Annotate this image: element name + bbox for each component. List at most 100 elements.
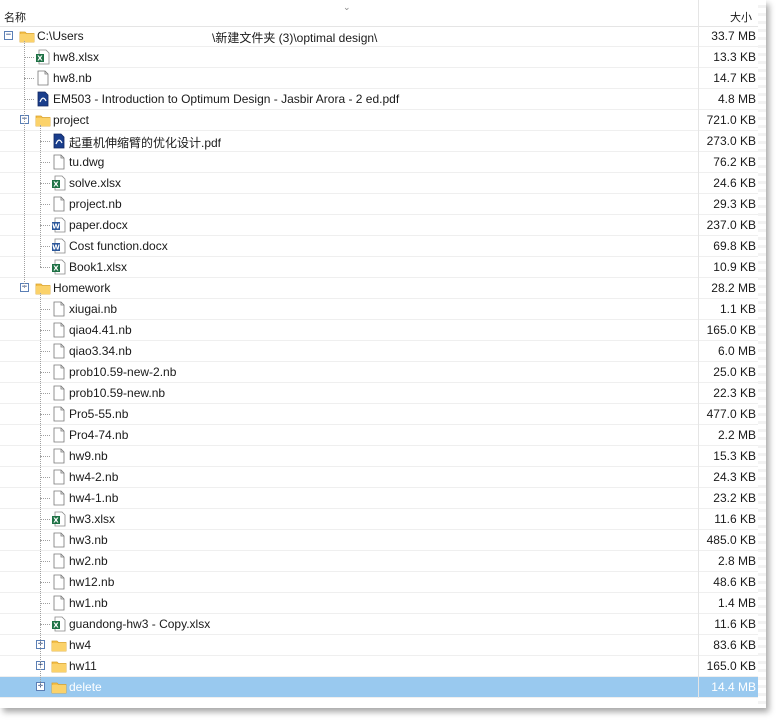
tree-connector <box>40 246 50 247</box>
tree-file-row[interactable]: xiugai.nb 1.1 KB <box>0 299 758 320</box>
collapse-icon[interactable]: − <box>4 31 13 40</box>
tree-file-row[interactable]: Xguandong-hw3 - Copy.xlsx 11.6 KB <box>0 614 758 635</box>
tree-file-row[interactable]: Wpaper.docx 237.0 KB <box>0 215 758 236</box>
file-icon <box>51 343 67 359</box>
item-size: 477.0 KB <box>698 404 758 425</box>
word-file-icon: W <box>51 217 67 233</box>
item-name: guandong-hw3 - Copy.xlsx <box>69 617 211 631</box>
file-icon <box>51 154 67 170</box>
sort-chevron-icon: ⌄ <box>343 2 351 12</box>
tree-connector <box>40 582 50 583</box>
tree-file-row[interactable]: qiao3.34.nb 6.0 MB <box>0 341 758 362</box>
path-tail: \新建文件夹 (3)\optimal design\ <box>212 31 378 45</box>
tree-folder-row[interactable]: − Homework 28.2 MB <box>0 278 758 299</box>
item-name: hw3.nb <box>69 533 108 547</box>
file-icon <box>51 553 67 569</box>
item-name: hw4-2.nb <box>69 470 119 484</box>
excel-file-icon: X <box>51 511 67 527</box>
tree-folder-row[interactable]: − project 721.0 KB <box>0 110 758 131</box>
excel-file-icon: X <box>35 49 51 65</box>
tree-file-row[interactable]: hw2.nb 2.8 MB <box>0 551 758 572</box>
item-size: 24.6 KB <box>698 173 758 194</box>
tree-file-row[interactable]: hw3.nb 485.0 KB <box>0 530 758 551</box>
item-size: 165.0 KB <box>698 656 758 677</box>
item-size: 48.6 KB <box>698 572 758 593</box>
name-column-header[interactable]: 名称 <box>4 9 26 25</box>
tree-file-row[interactable]: hw4-2.nb 24.3 KB <box>0 467 758 488</box>
torn-edge <box>758 0 766 708</box>
tree-file-row[interactable]: project.nb 29.3 KB <box>0 194 758 215</box>
tree-file-row[interactable]: Pro4-74.nb 2.2 MB <box>0 425 758 446</box>
pdf-file-icon <box>35 91 51 107</box>
file-icon <box>51 532 67 548</box>
file-icon <box>51 301 67 317</box>
tree-file-row[interactable]: hw4-1.nb 23.2 KB <box>0 488 758 509</box>
column-header: 名称 ⌄ 大小 <box>0 0 766 27</box>
folder-icon <box>51 679 67 695</box>
pdf-file-icon <box>51 133 67 149</box>
item-name: prob10.59-new.nb <box>69 386 166 400</box>
item-size: 2.2 MB <box>698 425 758 446</box>
tree-connector <box>40 372 50 373</box>
size-column-header[interactable]: 大小 <box>698 0 758 26</box>
tree-connector <box>40 351 50 352</box>
item-size: 1.4 MB <box>698 593 758 614</box>
item-name: qiao4.41.nb <box>69 323 132 337</box>
svg-text:X: X <box>53 181 59 189</box>
tree-file-row[interactable]: Xhw3.xlsx 11.6 KB <box>0 509 758 530</box>
tree-connector <box>40 456 50 457</box>
item-size: 24.3 KB <box>698 467 758 488</box>
tree-connector <box>40 204 50 205</box>
tree-folder-row[interactable]: + hw4 83.6 KB <box>0 635 758 656</box>
tree-file-row[interactable]: X Book1.xlsx 10.9 KB <box>0 257 758 278</box>
tree-file-row[interactable]: Pro5-55.nb 477.0 KB <box>0 404 758 425</box>
tree-file-row[interactable]: EM503 - Introduction to Optimum Design -… <box>0 89 758 110</box>
item-size: 485.0 KB <box>698 530 758 551</box>
tree-connector <box>40 330 50 331</box>
tree-connector <box>24 57 34 58</box>
folder-icon <box>19 28 35 44</box>
item-size: 28.2 MB <box>698 278 758 299</box>
item-name: qiao3.34.nb <box>69 344 132 358</box>
item-name: hw9.nb <box>69 449 108 463</box>
tree-file-row[interactable]: prob10.59-new-2.nb 25.0 KB <box>0 362 758 383</box>
item-name: hw8.nb <box>53 71 92 85</box>
item-size: 14.7 KB <box>698 68 758 89</box>
tree-file-row[interactable]: qiao4.41.nb 165.0 KB <box>0 320 758 341</box>
file-icon <box>51 595 67 611</box>
file-icon <box>35 70 51 86</box>
tree-file-row[interactable]: hw9.nb 15.3 KB <box>0 446 758 467</box>
item-name: hw3.xlsx <box>69 512 116 526</box>
item-size: 25.0 KB <box>698 362 758 383</box>
item-name: solve.xlsx <box>69 176 122 190</box>
item-name: hw4-1.nb <box>69 491 119 505</box>
tree-file-row[interactable]: Xhw8.xlsx 13.3 KB <box>0 47 758 68</box>
item-size: 4.8 MB <box>698 89 758 110</box>
tree-file-row[interactable]: hw8.nb 14.7 KB <box>0 68 758 89</box>
item-name: Pro4-74.nb <box>69 428 129 442</box>
tree-folder-row[interactable]: − C:\Users \新建文件夹 (3)\optimal design\ 33.7… <box>0 26 758 47</box>
tree-connector <box>40 183 50 184</box>
item-size: 83.6 KB <box>698 635 758 656</box>
item-size: 11.6 KB <box>698 509 758 530</box>
tree-file-row[interactable]: tu.dwg 76.2 KB <box>0 152 758 173</box>
tree-file-row[interactable]: W Cost function.docx 69.8 KB <box>0 236 758 257</box>
item-name: hw11 <box>69 659 97 673</box>
tree-file-row[interactable]: 起重机伸缩臂的优化设计.pdf 273.0 KB <box>0 131 758 152</box>
item-name: hw12.nb <box>69 575 115 589</box>
tree-connector <box>40 309 50 310</box>
item-size: 165.0 KB <box>698 320 758 341</box>
tree-file-row[interactable]: Xsolve.xlsx 24.6 KB <box>0 173 758 194</box>
item-size: 23.2 KB <box>698 488 758 509</box>
tree-file-row[interactable]: hw1.nb 1.4 MB <box>0 593 758 614</box>
tree-file-row[interactable]: prob10.59-new.nb 22.3 KB <box>0 383 758 404</box>
tree-file-row[interactable]: hw12.nb 48.6 KB <box>0 572 758 593</box>
tree-folder-row[interactable]: + delete 14.4 MB <box>0 677 758 698</box>
item-name: Cost function.docx <box>69 239 168 253</box>
item-size: 1.1 KB <box>698 299 758 320</box>
tree-folder-row[interactable]: + hw11 165.0 KB <box>0 656 758 677</box>
excel-file-icon: X <box>51 259 67 275</box>
item-size: 15.3 KB <box>698 446 758 467</box>
item-size: 721.0 KB <box>698 110 758 131</box>
tree-connector <box>40 540 50 541</box>
